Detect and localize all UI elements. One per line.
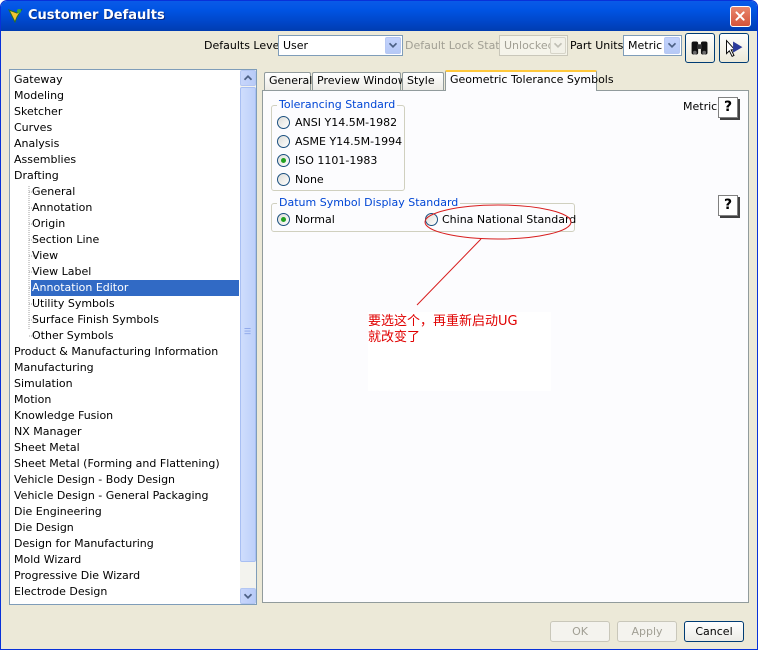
annotation-arrow-line [416,238,482,306]
tab-label: Geometric Tolerance Symbols [450,73,614,86]
apply-label: Apply [631,625,663,638]
cancel-button[interactable]: Cancel [684,621,744,642]
apply-button[interactable]: Apply [617,621,677,642]
annotation-note: 要选这个，再重新启动UG 就改变了 [368,312,551,391]
annotation-text-line1: 要选这个，再重新启动UG [368,314,518,329]
ok-button[interactable]: OK [550,621,610,642]
annotation-text-line2: 就改变了 [368,330,421,345]
cancel-label: Cancel [695,625,733,638]
annotation-ellipse [424,204,572,240]
ok-label: OK [572,625,588,638]
tab-geometric-tolerance-symbols[interactable]: Geometric Tolerance Symbols [445,70,614,91]
customer-defaults-window: Customer Defaults Defaults Level User De… [0,0,758,650]
